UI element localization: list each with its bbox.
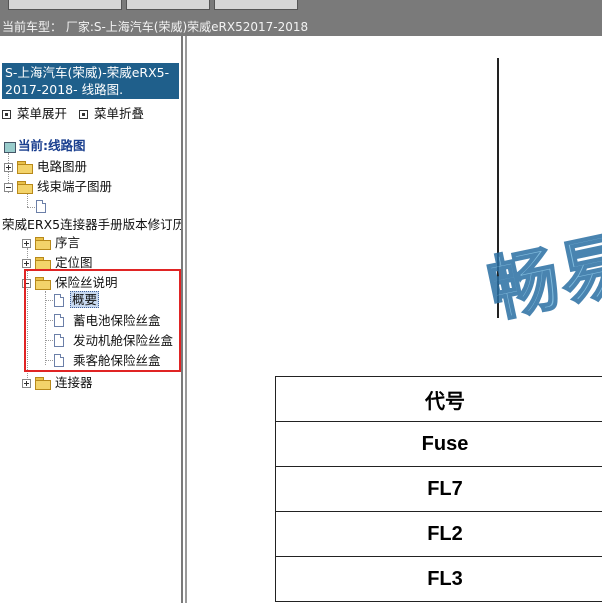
folder-icon <box>35 237 51 250</box>
tree-item-circuit-manual[interactable]: 电路图册 <box>37 158 87 176</box>
expand-toggle-connector[interactable] <box>22 379 31 388</box>
table-cell: Fuse <box>275 421 602 467</box>
table-cell: FL7 <box>275 466 602 512</box>
tree-pane[interactable]: S-上海汽车(荣威)-荣威eRX5-2017-2018- 线路图. 菜单展开 菜… <box>0 36 182 603</box>
expand-menu-button[interactable]: 菜单展开 <box>17 106 67 121</box>
toolbar: 当前车型： 厂家:S-上海汽车(荣威)荣威eRX52017-2018 <box>0 0 602 36</box>
menu-row: 菜单展开 菜单折叠 <box>2 103 144 122</box>
computer-icon <box>4 142 16 153</box>
fuse-table: 代号 Fuse FL7 FL2 FL3 <box>275 376 602 602</box>
expand-icon <box>2 110 11 119</box>
tree-item-connector[interactable]: 连接器 <box>55 374 93 392</box>
expand-toggle-circuit[interactable] <box>4 163 13 172</box>
folder-icon <box>35 257 51 270</box>
folder-icon <box>17 161 33 174</box>
folder-icon <box>35 377 51 390</box>
tree-item-connector-manual[interactable]: 荣威ERX5连接器手册版本修订历 <box>2 216 182 234</box>
collapse-menu-button[interactable]: 菜单折叠 <box>94 106 144 121</box>
folder-open-icon <box>17 181 33 194</box>
expand-toggle-location[interactable] <box>22 259 31 268</box>
document-icon[interactable] <box>36 200 46 213</box>
toolbar-button-3[interactable] <box>214 0 298 10</box>
table-cell: FL3 <box>275 556 602 602</box>
collapse-icon <box>79 110 88 119</box>
sidebar-title: S-上海汽车(荣威)-荣威eRX5-2017-2018- 线路图. <box>2 63 179 99</box>
table-header-code: 代号 <box>275 376 602 422</box>
collapse-toggle-harness[interactable] <box>4 183 13 192</box>
table-cell: FL2 <box>275 511 602 557</box>
toolbar-button-2[interactable] <box>126 0 210 10</box>
highlight-box <box>24 269 181 372</box>
tree-item-preface[interactable]: 序言 <box>55 234 80 252</box>
tree-item-harness-manual[interactable]: 线束端子图册 <box>37 178 112 196</box>
toolbar-button-1[interactable] <box>8 0 122 10</box>
current-label: 当前:线路图 <box>18 138 86 153</box>
content-pane: 畅易 代号 Fuse FL7 FL2 FL3 <box>187 36 602 603</box>
current-vehicle-text: 当前车型： 厂家:S-上海汽车(荣威)荣威eRX52017-2018 <box>2 20 309 34</box>
expand-toggle-preface[interactable] <box>22 239 31 248</box>
